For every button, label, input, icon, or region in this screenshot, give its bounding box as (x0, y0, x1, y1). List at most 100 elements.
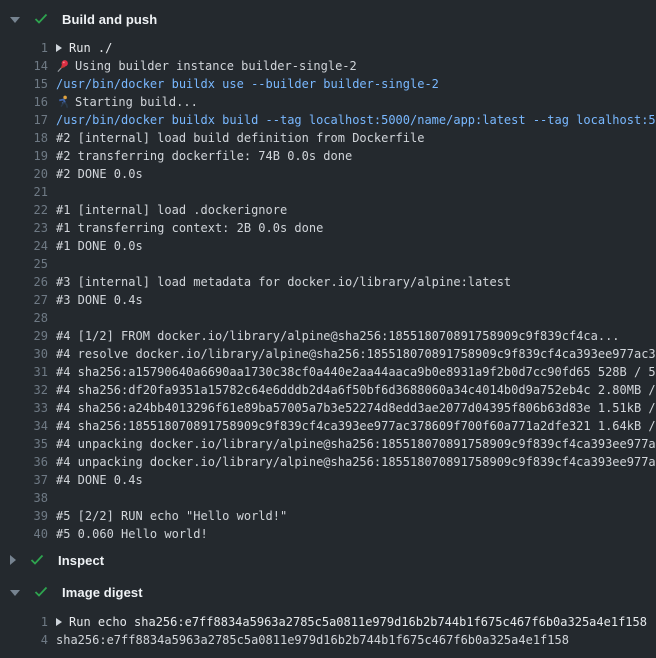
line-number[interactable]: 38 (0, 491, 48, 505)
log-content: #2 transferring dockerfile: 74B 0.0s don… (56, 149, 656, 163)
log-block-build-and-push: 1 Run ./ 14 Using builder instance builder-… (0, 39, 656, 543)
log-text: #1 DONE 0.0s (56, 239, 143, 253)
section-header-build-and-push[interactable]: Build and push (0, 10, 656, 28)
log-line: 29 #4 [1/2] FROM docker.io/library/alpine… (0, 327, 656, 345)
log-content: #4 DONE 0.4s (56, 473, 656, 487)
log-line: 32 #4 sha256:df20fa9351a15782c64e6dddb2d4… (0, 381, 656, 399)
log-text: Starting build... (75, 95, 198, 109)
log-line: 20 #2 DONE 0.0s (0, 165, 656, 183)
log-content: /usr/bin/docker buildx use --builder bui… (56, 77, 656, 91)
actions-log-viewer: Build and push 1Run ./14Using builder in… (0, 0, 656, 649)
section-build-and-push: Build and push 1 Run ./ 14 Using builder in… (0, 10, 656, 543)
line-number[interactable]: 4 (0, 633, 48, 647)
log-content: #5 [2/2] RUN echo "Hello world!" (56, 509, 656, 523)
log-content: #1 DONE 0.0s (56, 239, 656, 253)
log-line: 40 #5 0.060 Hello world! (0, 525, 656, 543)
log-content: #2 [internal] load build definition from… (56, 131, 656, 145)
section-image-digest: Image digest 1 Run echo sha256:e7ff8834a5… (0, 583, 656, 649)
expand-arrow-icon[interactable] (56, 44, 62, 52)
section-header-image-digest[interactable]: Image digest (0, 583, 656, 601)
section-title: Inspect (58, 553, 104, 568)
line-number[interactable]: 27 (0, 293, 48, 307)
line-number[interactable]: 29 (0, 329, 48, 343)
log-text: #1 transferring context: 2B 0.0s done (56, 221, 323, 235)
line-number[interactable]: 1 (0, 41, 48, 55)
line-number[interactable]: 34 (0, 419, 48, 433)
line-number[interactable]: 18 (0, 131, 48, 145)
line-number[interactable]: 35 (0, 437, 48, 451)
log-text: #4 DONE 0.4s (56, 473, 143, 487)
log-group-line[interactable]: 1 Run ./ (0, 39, 656, 57)
log-content: #4 resolve docker.io/library/alpine@sha2… (56, 347, 656, 361)
log-text: #4 sha256:185518070891758909c9f839cf4ca3… (56, 419, 656, 433)
runner-icon (56, 95, 69, 109)
line-number[interactable]: 40 (0, 527, 48, 541)
line-number[interactable]: 33 (0, 401, 48, 415)
line-number[interactable]: 36 (0, 455, 48, 469)
line-number[interactable]: 1 (0, 615, 48, 629)
expand-arrow-icon[interactable] (56, 618, 62, 626)
log-text: Using builder instance builder-single-2 (75, 59, 357, 73)
log-content: sha256:e7ff8834a5963a2785c5a0811e979d16b… (56, 633, 656, 647)
log-line: 19 #2 transferring dockerfile: 74B 0.0s d… (0, 147, 656, 165)
log-text: Run echo sha256:e7ff8834a5963a2785c5a081… (69, 615, 647, 629)
log-text: #4 resolve docker.io/library/alpine@sha2… (56, 347, 656, 361)
log-text: #2 DONE 0.0s (56, 167, 143, 181)
log-line: 18 #2 [internal] load build definition fr… (0, 129, 656, 147)
log-line: 31#4 sha256:a15790640a6690aa1730c38cf0a4… (0, 363, 656, 381)
line-number[interactable]: 17 (0, 113, 48, 127)
log-content: Starting build... (56, 95, 656, 109)
line-number[interactable]: 31 (0, 365, 48, 379)
log-group-line[interactable]: 1 Run echo sha256:e7ff8834a5963a2785c5a08… (0, 613, 656, 631)
chevron-down-icon (10, 17, 20, 23)
line-number[interactable]: 23 (0, 221, 48, 235)
line-number[interactable]: 24 (0, 239, 48, 253)
line-number[interactable]: 25 (0, 257, 48, 271)
line-number[interactable]: 28 (0, 311, 48, 325)
line-number[interactable]: 21 (0, 185, 48, 199)
log-text: #1 [internal] load .dockerignore (56, 203, 287, 217)
log-content: #1 transferring context: 2B 0.0s done (56, 221, 656, 235)
section-title: Image digest (62, 585, 143, 600)
line-number[interactable]: 26 (0, 275, 48, 289)
log-content: #5 0.060 Hello world! (56, 527, 656, 541)
log-line: 24 #1 DONE 0.0s (0, 237, 656, 255)
log-content: #4 [1/2] FROM docker.io/library/alpine@s… (56, 329, 656, 343)
log-content: #3 DONE 0.4s (56, 293, 656, 307)
log-text: Run ./ (69, 41, 112, 55)
line-number[interactable]: 16 (0, 95, 48, 109)
log-line: 16 Starting build... (0, 93, 656, 111)
log-line: 39 #5 [2/2] RUN echo "Hello world!" (0, 507, 656, 525)
log-line: 15/usr/bin/docker buildx use --builder b… (0, 75, 656, 93)
line-number[interactable]: 39 (0, 509, 48, 523)
log-line: 37 #4 DONE 0.4s (0, 471, 656, 489)
check-icon (30, 554, 44, 566)
line-number[interactable]: 19 (0, 149, 48, 163)
log-line: 26#3 [internal] load metadata for docker… (0, 273, 656, 291)
section-header-inspect[interactable]: Inspect (0, 551, 656, 569)
line-number[interactable]: 15 (0, 77, 48, 91)
log-line: 33 #4 sha256:a24bb4013296f61e89ba57005a7b… (0, 399, 656, 417)
log-text: #5 0.060 Hello world! (56, 527, 208, 541)
line-number[interactable]: 14 (0, 59, 48, 73)
log-text: #4 sha256:df20fa9351a15782c64e6dddb2d4a6… (56, 383, 656, 397)
log-text: /usr/bin/docker buildx build --tag local… (56, 113, 656, 127)
line-number[interactable]: 20 (0, 167, 48, 181)
line-number[interactable]: 30 (0, 347, 48, 361)
line-number[interactable]: 22 (0, 203, 48, 217)
log-content: #4 unpacking docker.io/library/alpine@sh… (56, 455, 656, 469)
line-number[interactable]: 32 (0, 383, 48, 397)
log-line: 28 (0, 309, 656, 327)
log-text: sha256:e7ff8834a5963a2785c5a0811e979d16b… (56, 633, 569, 647)
log-line: 21 (0, 183, 656, 201)
log-line: 35#4 unpacking docker.io/library/alpine@… (0, 435, 656, 453)
log-line: 38 (0, 489, 656, 507)
line-number[interactable]: 37 (0, 473, 48, 487)
log-line: 4 sha256:e7ff8834a5963a2785c5a0811e979d16… (0, 631, 656, 649)
chevron-right-icon (10, 555, 16, 565)
log-text: #2 [internal] load build definition from… (56, 131, 424, 145)
pushpin-icon (56, 59, 69, 73)
log-text: #4 [1/2] FROM docker.io/library/alpine@s… (56, 329, 620, 343)
log-content: #4 sha256:df20fa9351a15782c64e6dddb2d4a6… (56, 383, 656, 397)
log-content: #4 sha256:a24bb4013296f61e89ba57005a7b3e… (56, 401, 656, 415)
